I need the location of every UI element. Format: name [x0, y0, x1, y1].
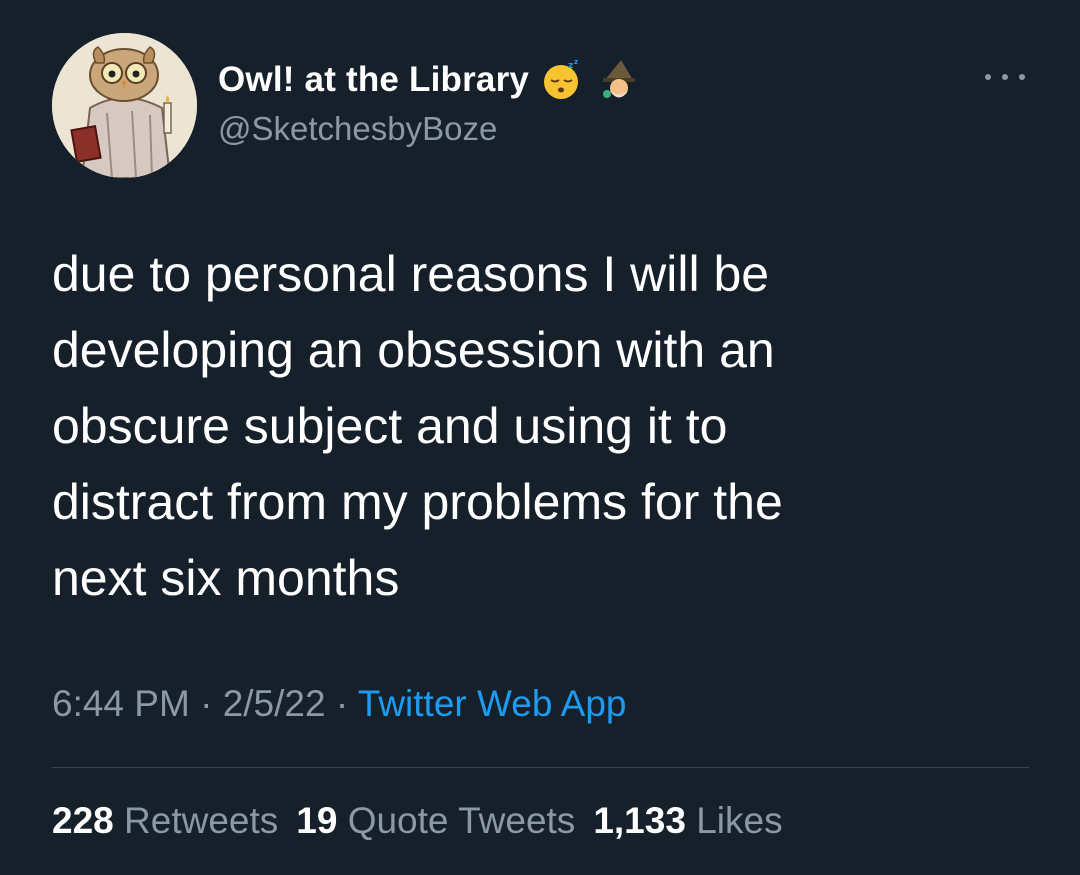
quote-tweets-stat[interactable]: 19 Quote Tweets: [296, 800, 575, 841]
retweets-label: Retweets: [124, 800, 279, 841]
tweet-text: due to personal reasons I will be develo…: [52, 236, 1012, 616]
tweet-time[interactable]: 6:44 PM: [52, 683, 190, 724]
dot-icon: [985, 74, 991, 80]
owl-illustration-icon: [52, 33, 197, 178]
likes-count: 1,133: [593, 800, 686, 841]
tweet-date[interactable]: 2/5/22: [223, 683, 326, 724]
tweet-source-link[interactable]: Twitter Web App: [358, 683, 627, 724]
divider: [52, 767, 1029, 768]
display-name-text: Owl! at the Library: [218, 60, 530, 99]
retweets-count: 228: [52, 800, 114, 841]
tweet-text-line: obscure subject and using it to: [52, 398, 728, 454]
svg-text:z: z: [574, 58, 578, 66]
avatar[interactable]: [52, 33, 197, 178]
likes-stat[interactable]: 1,133 Likes: [593, 800, 782, 841]
tweet-text-line: distract from my problems for the: [52, 474, 783, 530]
tweet-text-line: due to personal reasons I will be: [52, 246, 770, 302]
quote-tweets-count: 19: [296, 800, 338, 841]
sleeping-face-emoji-icon: z z: [544, 58, 578, 99]
tweet-text-line: developing an obsession with an: [52, 322, 775, 378]
quote-tweets-label: Quote Tweets: [347, 800, 576, 841]
retweets-stat[interactable]: 228 Retweets: [52, 800, 278, 841]
tweet-meta: 6:44 PM · 2/5/22 · Twitter Web App: [52, 683, 627, 725]
mage-emoji-icon: [603, 60, 636, 98]
likes-label: Likes: [696, 800, 783, 841]
dot-icon: [1019, 74, 1025, 80]
user-handle[interactable]: @SketchesbyBoze: [218, 110, 497, 148]
separator: ·: [335, 683, 358, 724]
svg-text:z: z: [568, 61, 573, 71]
tweet-stats: 228 Retweets 19 Quote Tweets 1,133 Likes: [52, 800, 783, 842]
display-name[interactable]: Owl! at the Library z z: [218, 58, 641, 102]
separator: ·: [200, 683, 223, 724]
tweet-card: Owl! at the Library z z @SketchesbyBoze …: [0, 0, 1080, 875]
more-options-button[interactable]: [985, 70, 1025, 84]
dot-icon: [1002, 74, 1008, 80]
tweet-text-line: next six months: [52, 550, 400, 606]
